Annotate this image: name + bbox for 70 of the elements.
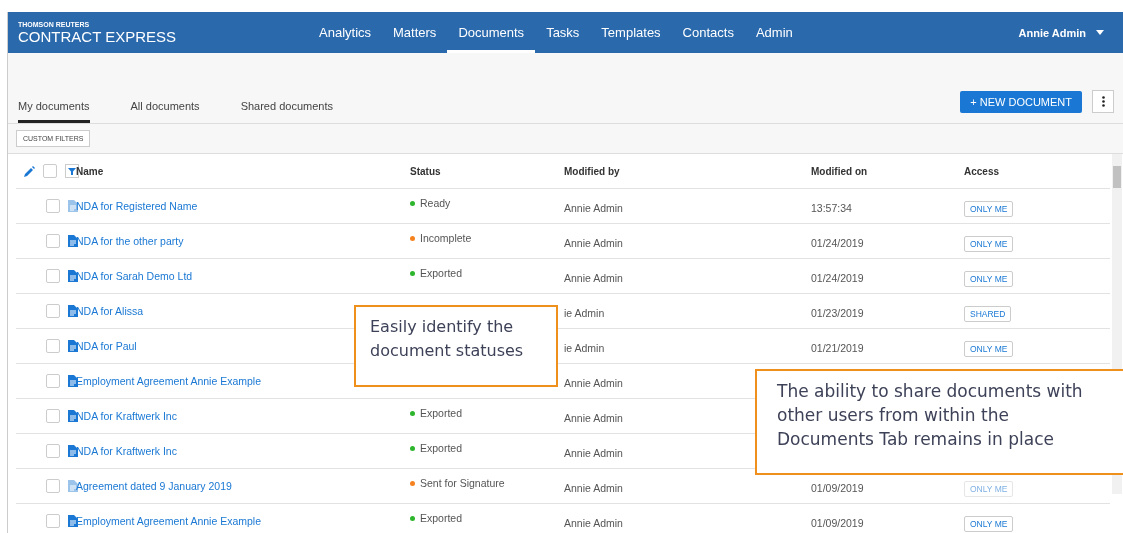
more-icon bbox=[1101, 96, 1105, 107]
brand-product: CONTRACT EXPRESS bbox=[18, 28, 178, 45]
document-link[interactable]: NDA for Registered Name bbox=[76, 200, 198, 212]
modified-by-cell: Annie Admin bbox=[564, 201, 623, 214]
nav-tab[interactable]: Contacts bbox=[671, 12, 745, 53]
modified-on-cell: 01/24/2019 bbox=[811, 236, 864, 249]
modified-by-cell: Annie Admin bbox=[564, 271, 623, 284]
access-badge: ONLY ME bbox=[964, 515, 1014, 532]
more-button[interactable] bbox=[1092, 90, 1114, 113]
row-checkbox[interactable] bbox=[46, 409, 60, 423]
status-text: Exported bbox=[420, 267, 463, 279]
callout-tooltip: The ability to share documents with other users from within the Documents Tab remains in place bbox=[755, 369, 1123, 475]
access-badge: ONLY ME bbox=[964, 340, 1014, 357]
access-badge: ONLY ME bbox=[964, 235, 1014, 252]
row-checkbox[interactable] bbox=[46, 374, 60, 388]
column-header[interactable]: Access bbox=[964, 165, 1000, 177]
modified-by-cell: Annie Admin bbox=[564, 411, 623, 424]
document-tab[interactable]: My documents bbox=[18, 100, 90, 123]
access-badge: ONLY ME bbox=[964, 480, 1014, 497]
status-text: Exported bbox=[420, 407, 463, 419]
access-badge: SHARED bbox=[964, 305, 1012, 322]
modified-by-cell: ie Admin bbox=[564, 306, 605, 319]
column-header[interactable]: Modified on bbox=[811, 165, 868, 177]
modified-by-cell: Annie Admin bbox=[564, 236, 623, 249]
access-badge: ONLY ME bbox=[964, 270, 1014, 287]
nav-tab[interactable]: Analytics bbox=[308, 12, 383, 53]
nav-tab[interactable]: Matters bbox=[382, 12, 448, 53]
pencil-icon[interactable] bbox=[24, 165, 35, 177]
row-checkbox[interactable] bbox=[46, 304, 60, 318]
modified-on-cell: 01/09/2019 bbox=[811, 481, 864, 494]
modified-on-cell: 01/23/2019 bbox=[811, 306, 864, 319]
select-all-checkbox[interactable] bbox=[43, 164, 57, 178]
nav-tab[interactable]: Documents bbox=[447, 12, 536, 53]
nav-tab[interactable]: Templates bbox=[590, 12, 672, 53]
status-text: Incomplete bbox=[420, 232, 472, 244]
status-text: Sent for Signature bbox=[420, 477, 505, 489]
row-checkbox[interactable] bbox=[46, 514, 60, 528]
row-checkbox[interactable] bbox=[46, 234, 60, 248]
nav-tab[interactable]: Tasks bbox=[535, 12, 591, 53]
modified-by-cell: Annie Admin bbox=[564, 516, 623, 529]
status-text: Exported bbox=[420, 512, 463, 524]
modified-on-cell: 01/24/2019 bbox=[811, 271, 864, 284]
document-tab[interactable]: Shared documents bbox=[240, 100, 333, 123]
column-header[interactable]: Status bbox=[410, 165, 441, 177]
modified-by-cell: ie Admin bbox=[564, 341, 605, 354]
access-badge: ONLY ME bbox=[964, 200, 1014, 217]
row-checkbox[interactable] bbox=[46, 479, 60, 493]
nav-tab[interactable]: Admin bbox=[744, 12, 804, 53]
row-checkbox[interactable] bbox=[46, 269, 60, 283]
modified-by-cell: Annie Admin bbox=[564, 481, 623, 494]
modified-on-cell: 13:57:34 bbox=[811, 201, 852, 214]
document-tab[interactable]: All documents bbox=[130, 100, 200, 123]
document-link[interactable]: Employment Agreement Annie Example bbox=[76, 515, 262, 527]
modified-on-cell: 01/09/2019 bbox=[811, 516, 864, 529]
caret-icon bbox=[1096, 30, 1104, 35]
document-link[interactable]: Employment Agreement Annie Example bbox=[76, 375, 262, 387]
callout-tooltip: Easily identify the document statuses bbox=[354, 305, 558, 387]
modified-by-cell: Annie Admin bbox=[564, 376, 623, 389]
status-text: Exported bbox=[420, 442, 463, 454]
row-checkbox[interactable] bbox=[46, 339, 60, 353]
modified-by-cell: Annie Admin bbox=[564, 446, 623, 459]
row-checkbox[interactable] bbox=[46, 444, 60, 458]
document-link[interactable]: Agreement dated 9 January 2019 bbox=[76, 480, 232, 492]
user-menu[interactable]: Annie Admin bbox=[1018, 12, 1123, 53]
column-header[interactable]: Modified by bbox=[564, 165, 620, 177]
new-document-button[interactable]: + NEW DOCUMENT bbox=[960, 90, 1082, 113]
row-checkbox[interactable] bbox=[46, 199, 60, 213]
modified-on-cell: 01/21/2019 bbox=[811, 341, 864, 354]
status-text: Ready bbox=[420, 197, 451, 209]
column-header[interactable]: Name bbox=[76, 165, 104, 177]
